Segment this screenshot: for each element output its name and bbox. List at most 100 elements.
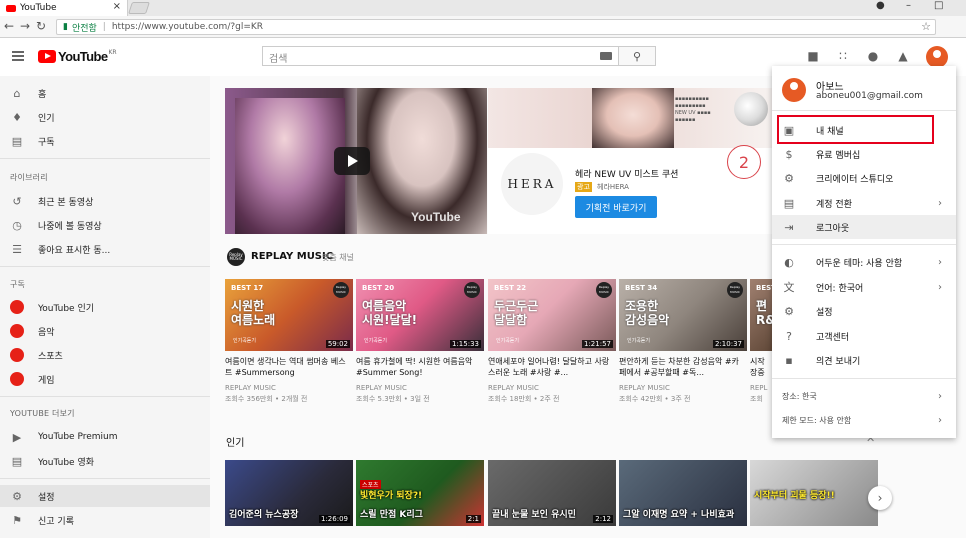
sidebar-item-youtube-premium[interactable]: ▶ YouTube Premium: [0, 426, 210, 448]
new-tab-button[interactable]: [128, 2, 150, 14]
reload-icon[interactable]: ↻: [36, 19, 46, 33]
video-thumbnail[interactable]: 끝내 눈물 보인 유시민 2:12: [488, 460, 616, 526]
video-thumbnail[interactable]: BEST 22 두근두근 달달함 인기곡듣기 Replay MUSIC 1:21:57: [488, 279, 616, 351]
sidebar-item-report-history[interactable]: ⚑ 신고 기록: [0, 509, 210, 531]
best-label: BEST: [756, 284, 773, 292]
account-avatar[interactable]: [926, 46, 948, 68]
video-channel[interactable]: REPLAY MUSIC: [225, 384, 276, 392]
video-thumbnail[interactable]: BEST 17 시원한 여름노래 인기곡듣기 Replay MUSIC 59:02: [225, 279, 353, 351]
video-title[interactable]: 여름 휴가철에 딱! 시원한 여름음악 #Summer Song!: [356, 356, 482, 378]
create-video-icon[interactable]: ■: [806, 49, 820, 63]
next-arrow-button[interactable]: ›: [868, 486, 892, 510]
chevron-right-icon: ›: [938, 197, 942, 209]
translate-icon: 文: [783, 281, 795, 294]
video-channel[interactable]: REPLAY MUSIC: [356, 384, 407, 392]
messages-icon[interactable]: ●: [866, 49, 880, 63]
account-email: aboneu001@gmail.com: [816, 91, 923, 101]
browser-tab[interactable]: YouTube ×: [0, 0, 128, 16]
channel-avatar[interactable]: Replay MUSIC: [227, 248, 245, 266]
youtube-logo[interactable]: YouTube KR: [38, 49, 117, 64]
menu-item-logout[interactable]: ⇥ 로그아웃: [772, 215, 956, 239]
back-arrow-icon[interactable]: ←: [4, 19, 14, 33]
video-channel[interactable]: REPLAY MUSIC: [619, 384, 670, 392]
duration-badge: 2:10:37: [713, 340, 744, 348]
url-bar[interactable]: ▮ 안전함 | https://www.youtube.com/?gl=KR ☆: [56, 19, 936, 35]
popular-heading[interactable]: 인기: [226, 434, 244, 449]
forward-arrow-icon[interactable]: →: [20, 19, 30, 33]
keyboard-icon[interactable]: [600, 52, 612, 60]
duration-badge: 1:15:33: [450, 340, 481, 348]
sidebar-item-label: 음악: [38, 327, 55, 338]
switch-account-icon: ▤: [783, 196, 795, 210]
ad-title[interactable]: 헤라 NEW UV 미스트 쿠션: [575, 167, 678, 180]
sidebar-item-youtube-popular[interactable]: YouTube 인기: [0, 296, 210, 318]
menu-item-label: 어두운 테마: 사용 안함: [816, 258, 903, 269]
best-label: BEST 22: [494, 284, 527, 292]
search-input[interactable]: 검색: [262, 46, 618, 66]
sidebar-item-label: 설정: [38, 492, 55, 503]
menu-item-gear[interactable]: ⚙ 크리에이터 스튜디오: [772, 166, 956, 190]
ad-cta-button[interactable]: 기획전 바로가기: [575, 196, 657, 218]
video-title[interactable]: 시작 장중: [750, 356, 770, 378]
notifications-bell-icon[interactable]: ▲: [896, 49, 910, 63]
menu-item-translate[interactable]: 文 언어: 한국어 ›: [772, 275, 956, 299]
sidebar-item-trending[interactable]: ♦ 인기: [0, 106, 210, 128]
shelf-title[interactable]: REPLAY MUSIC: [251, 251, 333, 262]
video-channel[interactable]: REPL: [750, 384, 767, 392]
sidebar-item-gaming[interactable]: 게임: [0, 368, 210, 390]
video-thumbnail[interactable]: BEST 20 여름음악 시원!달달! 인기곡듣기 Replay MUSIC 1:15:…: [356, 279, 484, 351]
sidebar-item-label: 최근 본 동영상: [38, 197, 94, 208]
menu-item-dark-theme[interactable]: ◐ 어두운 테마: 사용 안함 ›: [772, 250, 956, 274]
menu-item-label: 의견 보내기: [816, 356, 861, 367]
flag-icon: ⚑: [12, 513, 22, 527]
apps-grid-icon[interactable]: ∷: [836, 49, 850, 63]
sidebar-item-watch-later[interactable]: ◷ 나중에 볼 동영상: [0, 214, 210, 236]
hera-brand-logo[interactable]: HERA: [501, 153, 563, 215]
video-thumbnail[interactable]: 스포츠 빛현우가 퇴장?! 스릴 만점 K리그 2:1: [356, 460, 484, 526]
video-thumbnail[interactable]: BEST 34 조용한 감성음악 인기곡듣기 Replay MUSIC 2:10:37: [619, 279, 747, 351]
video-thumbnail[interactable]: 시작부터 괴물 등장!!: [750, 460, 878, 526]
menu-hamburger-icon[interactable]: [12, 51, 24, 61]
channel-avatar: [10, 324, 24, 338]
help-icon: ?: [786, 329, 792, 343]
sidebar-item-settings[interactable]: ⚙ 설정: [0, 485, 210, 507]
duration-badge: 2:12: [593, 515, 613, 523]
tab-close-icon[interactable]: ×: [113, 1, 121, 12]
thumbnail-headline: 시작부터 괴물 등장!!: [754, 491, 835, 501]
channel-avatar: [10, 372, 24, 386]
sidebar-item-subscriptions[interactable]: ▤ 구독: [0, 130, 210, 152]
play-button[interactable]: [334, 147, 370, 175]
sidebar-item-music[interactable]: 음악: [0, 320, 210, 342]
video-thumbnail[interactable]: 그알 이재명 요약 + 나비효과: [619, 460, 747, 526]
menu-item-gear[interactable]: ⚙ 설정: [772, 299, 956, 323]
menu-item-option[interactable]: 장소: 한국 ›: [772, 384, 956, 408]
maximize-button[interactable]: □: [934, 0, 943, 11]
sidebar-item-youtube-movies[interactable]: ▤ YouTube 영화: [0, 450, 210, 472]
profile-icon[interactable]: ●: [876, 0, 885, 11]
search-button[interactable]: ⚲: [618, 46, 656, 66]
minimize-button[interactable]: –: [906, 0, 911, 11]
bookmark-star-icon[interactable]: ☆: [921, 20, 931, 33]
sidebar-item-history[interactable]: ↺ 최근 본 동영상: [0, 190, 210, 212]
thumbnail-headline: 여름음악 시원!달달!: [362, 299, 418, 327]
menu-item-option[interactable]: 제한 모드: 사용 안함 ›: [772, 408, 956, 432]
video-thumbnail[interactable]: 김어준의 뉴스공장 1:26:09: [225, 460, 353, 526]
video-title[interactable]: 여름이면 생각나는 역대 썸머송 베스트 #Summersong: [225, 356, 351, 378]
video-channel[interactable]: REPLAY MUSIC: [488, 384, 539, 392]
menu-item-label: 제한 모드: 사용 안함: [782, 415, 852, 425]
thumbnail-headline: 두근두근 달달함: [494, 299, 539, 327]
replay-music-badge: Replay MUSIC: [727, 282, 743, 298]
menu-item-feedback[interactable]: ▪ 의견 보내기: [772, 348, 956, 372]
sidebar-item-sports[interactable]: 스포츠: [0, 344, 210, 366]
menu-item-switch-account[interactable]: ▤ 계정 전환 ›: [772, 191, 956, 215]
video-title[interactable]: 편안하게 듣는 차분한 감성음악 #카페에서 #공부할때 #독...: [619, 356, 745, 378]
menu-item-dollar[interactable]: $ 유료 멤버십: [772, 142, 956, 166]
video-meta: 조회수 356만회 • 2개월 전: [225, 395, 308, 403]
sidebar-item-home[interactable]: ⌂ 홈: [0, 82, 210, 104]
video-thumbnail[interactable]: BEST 편 R&: [750, 279, 773, 351]
video-title[interactable]: 연애세포야 일어나렴! 달달하고 사랑스러운 노래 #사랑 #...: [488, 356, 614, 378]
thumbnail-headline: 빛현우가 퇴장?!: [360, 491, 423, 501]
menu-divider: [772, 244, 956, 245]
sidebar-item-liked-videos[interactable]: ☰ 좋아요 표시한 동...: [0, 238, 210, 260]
menu-item-help[interactable]: ? 고객센터: [772, 324, 956, 348]
